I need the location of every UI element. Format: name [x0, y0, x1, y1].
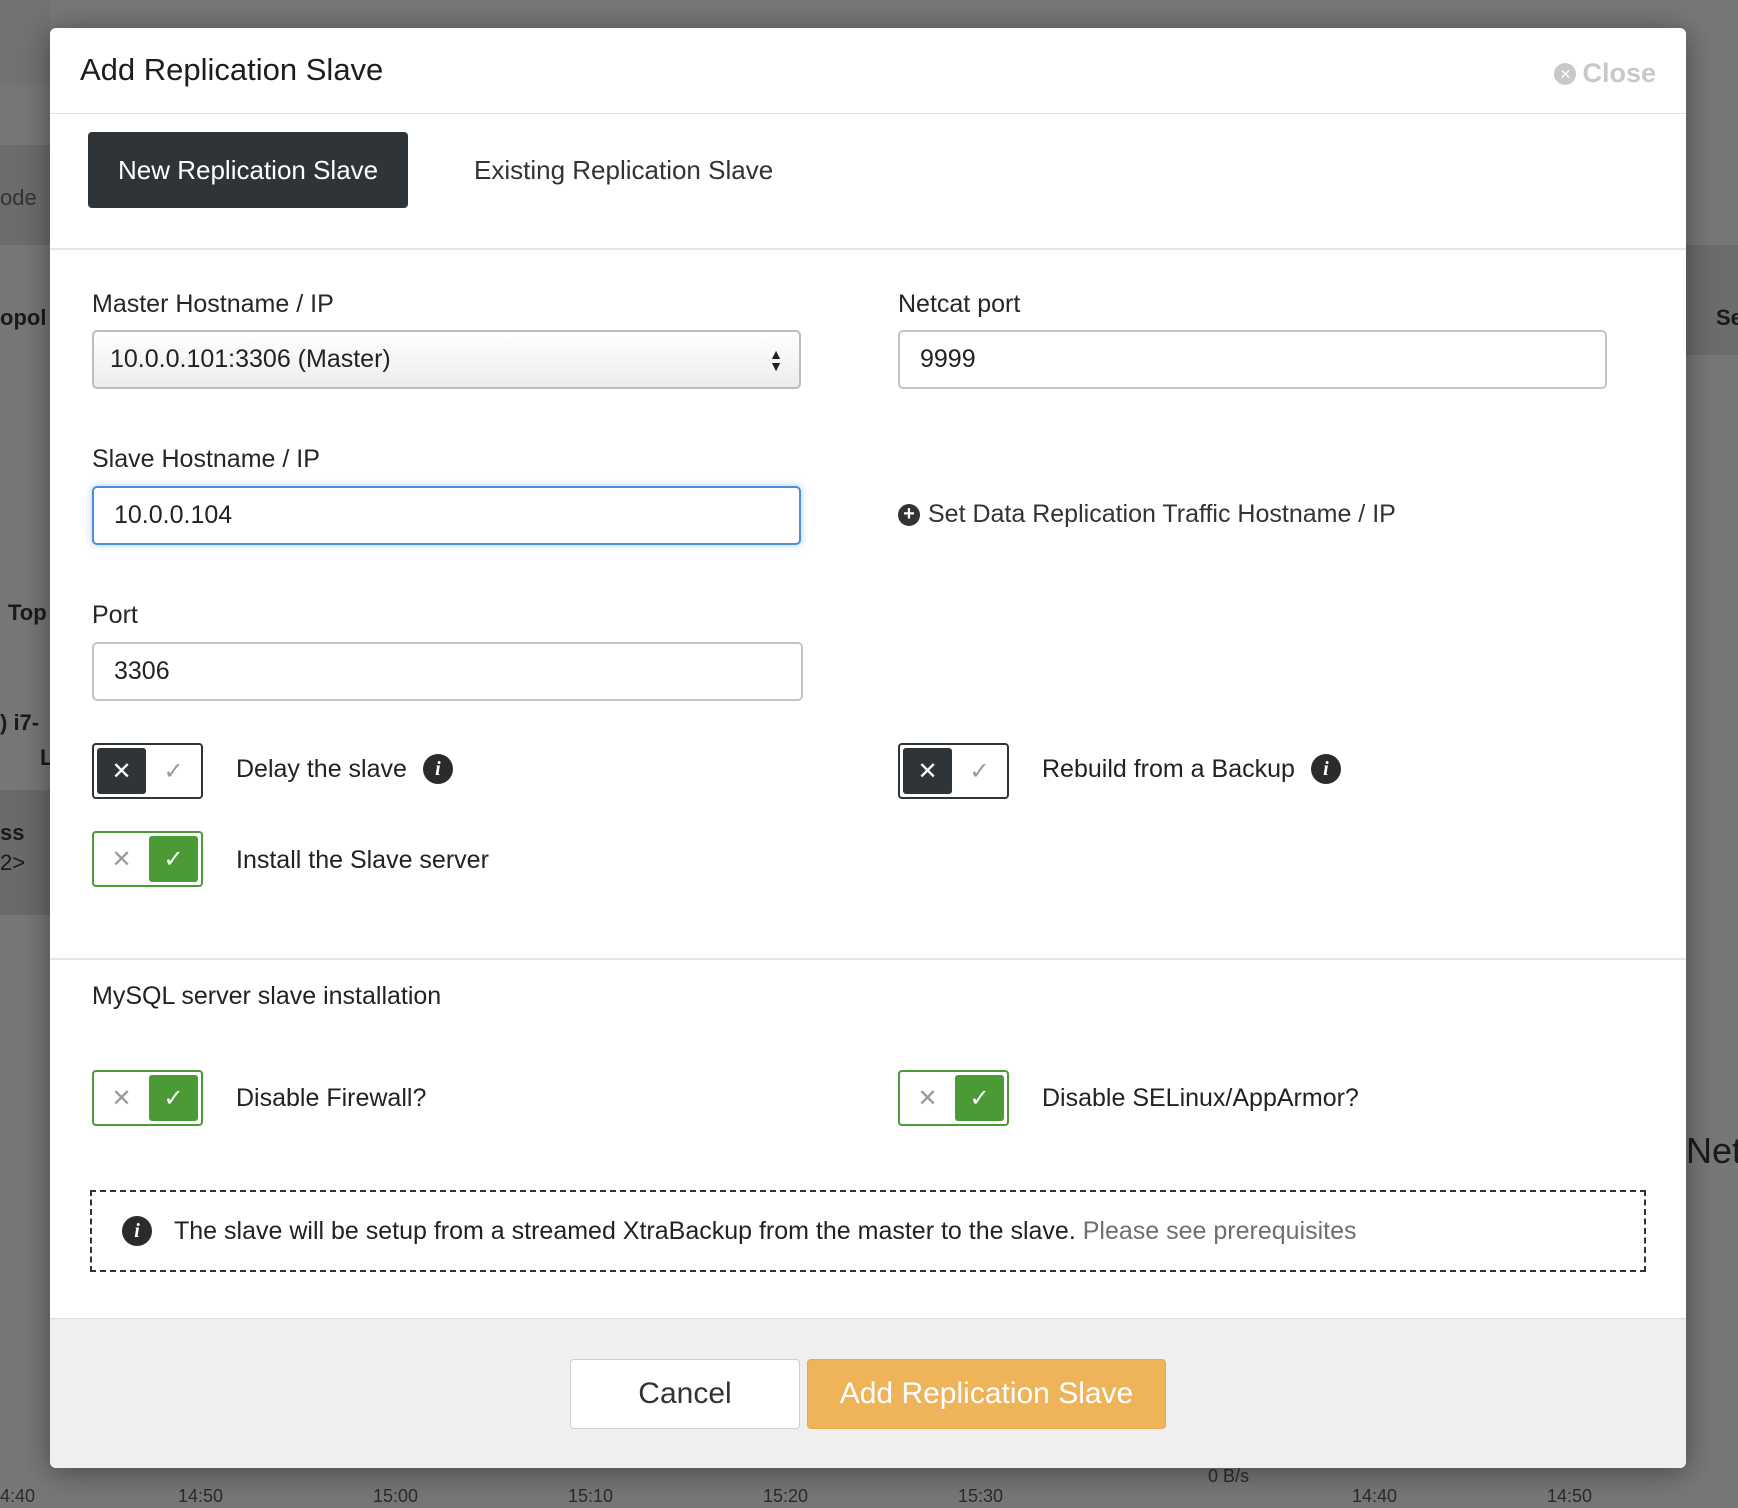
- bg-fragment: Top: [8, 600, 47, 625]
- master-hostname-select[interactable]: 10.0.0.101:3306 (Master) ▲ ▼: [92, 330, 801, 389]
- add-replication-slave-button[interactable]: Add Replication Slave: [807, 1359, 1166, 1429]
- delay-slave-label: Delay the slave: [236, 754, 407, 783]
- bg-panel: [1686, 245, 1738, 355]
- notice-text: The slave will be setup from a streamed …: [174, 1216, 1076, 1245]
- toggle-on-icon: ✓: [149, 1075, 198, 1121]
- toggle-off-icon: ✕: [111, 1084, 132, 1112]
- port-label: Port: [92, 601, 138, 629]
- slave-hostname-label: Slave Hostname / IP: [92, 445, 320, 473]
- set-traffic-hostname-label: Set Data Replication Traffic Hostname / …: [928, 500, 1396, 528]
- tab-existing-replication-slave[interactable]: Existing Replication Slave: [444, 132, 803, 208]
- rebuild-backup-option: Rebuild from a Backup i: [1042, 754, 1341, 784]
- modal-header: Add Replication Slave ✕ Close: [50, 28, 1686, 114]
- master-hostname-label: Master Hostname / IP: [92, 290, 334, 318]
- tab-bar: New Replication Slave Existing Replicati…: [50, 114, 1686, 250]
- toggle-off-icon: ✕: [917, 1084, 938, 1112]
- toggle-off-icon: ✕: [903, 748, 952, 794]
- netcat-port-input[interactable]: [898, 330, 1607, 389]
- bg-axis-tick: 15:20: [763, 1486, 809, 1506]
- delay-slave-option: Delay the slave i: [236, 754, 453, 784]
- bg-gridline: [0, 497, 50, 498]
- bg-gridline: [0, 553, 50, 554]
- toggle-on-icon: ✓: [969, 757, 990, 785]
- disable-firewall-option: Disable Firewall?: [236, 1084, 426, 1113]
- close-button[interactable]: ✕ Close: [1554, 58, 1656, 89]
- rebuild-backup-toggle[interactable]: ✕ ✓: [898, 743, 1009, 799]
- disable-firewall-label: Disable Firewall?: [236, 1084, 427, 1112]
- bg-fragment: ss: [0, 820, 25, 845]
- bg-axis-tick: 4:40: [0, 1486, 36, 1506]
- delay-slave-toggle[interactable]: ✕ ✓: [92, 743, 203, 799]
- bg-fragment: Net: [1686, 1130, 1738, 1171]
- port-input[interactable]: [92, 642, 803, 701]
- rebuild-backup-label: Rebuild from a Backup: [1042, 754, 1295, 783]
- netcat-port-label: Netcat port: [898, 290, 1021, 318]
- slave-hostname-input[interactable]: [92, 486, 801, 545]
- bg-fragment: 2>: [0, 850, 26, 875]
- bg-fragment: opol: [0, 305, 47, 330]
- bg-axis-tick: 14:40: [1352, 1486, 1398, 1506]
- bg-axis-tick: 15:00: [373, 1486, 419, 1506]
- disable-firewall-toggle[interactable]: ✕ ✓: [92, 1070, 203, 1126]
- bg-fragment: ode: [0, 185, 37, 210]
- disable-selinux-option: Disable SELinux/AppArmor?: [1042, 1084, 1359, 1113]
- bg-axis-tick: 15:30: [958, 1486, 1004, 1506]
- tab-new-replication-slave[interactable]: New Replication Slave: [88, 132, 409, 208]
- xtrabackup-notice: i The slave will be setup from a streame…: [90, 1190, 1646, 1272]
- slave-installation-section: MySQL server slave installation ✕ ✓ Disa…: [50, 960, 1686, 1316]
- bg-gridline: [1686, 497, 1738, 498]
- master-hostname-value: 10.0.0.101:3306 (Master): [110, 345, 391, 373]
- info-icon: i: [122, 1216, 152, 1246]
- bg-fragment: Se: [1716, 305, 1738, 330]
- toggle-on-icon: ✓: [955, 1075, 1004, 1121]
- toggle-off-icon: ✕: [97, 748, 146, 794]
- notice-text-group: The slave will be setup from a streamed …: [174, 1217, 1357, 1246]
- replication-form: Master Hostname / IP 10.0.0.101:3306 (Ma…: [50, 250, 1686, 960]
- bg-gridline: [1686, 553, 1738, 554]
- plus-circle-icon: +: [898, 503, 920, 526]
- toggle-on-icon: ✓: [149, 836, 198, 882]
- bg-axis-tick: 14:50: [178, 1486, 224, 1506]
- close-icon: ✕: [1554, 62, 1577, 85]
- toggle-off-icon: ✕: [111, 845, 132, 873]
- bg-panel: [0, 0, 50, 85]
- info-icon[interactable]: i: [422, 754, 453, 784]
- select-arrows-icon: ▲ ▼: [769, 345, 783, 374]
- installation-section-title: MySQL server slave installation: [92, 982, 442, 1010]
- disable-selinux-label: Disable SELinux/AppArmor?: [1042, 1084, 1359, 1112]
- set-traffic-hostname-link[interactable]: + Set Data Replication Traffic Hostname …: [898, 500, 1396, 529]
- bg-axis-tick: 14:50: [1547, 1486, 1593, 1506]
- bg-axis-tick: 15:10: [568, 1486, 614, 1506]
- cancel-button[interactable]: Cancel: [570, 1359, 800, 1429]
- install-slave-label: Install the Slave server: [236, 846, 489, 874]
- bg-rate-label: 0 B/s: [1208, 1466, 1250, 1486]
- install-slave-option: Install the Slave server: [236, 846, 489, 875]
- add-replication-slave-modal: Add Replication Slave ✕ Close New Replic…: [50, 28, 1686, 1468]
- prerequisites-link[interactable]: Please see prerequisites: [1083, 1217, 1357, 1245]
- close-label: Close: [1582, 58, 1656, 88]
- disable-selinux-toggle[interactable]: ✕ ✓: [898, 1070, 1009, 1126]
- bg-fragment: ) i7-: [0, 710, 40, 735]
- install-slave-toggle[interactable]: ✕ ✓: [92, 831, 203, 887]
- modal-footer: Cancel Add Replication Slave: [50, 1318, 1686, 1468]
- toggle-on-icon: ✓: [163, 757, 184, 785]
- modal-title: Add Replication Slave: [80, 52, 384, 87]
- info-icon[interactable]: i: [1310, 754, 1341, 784]
